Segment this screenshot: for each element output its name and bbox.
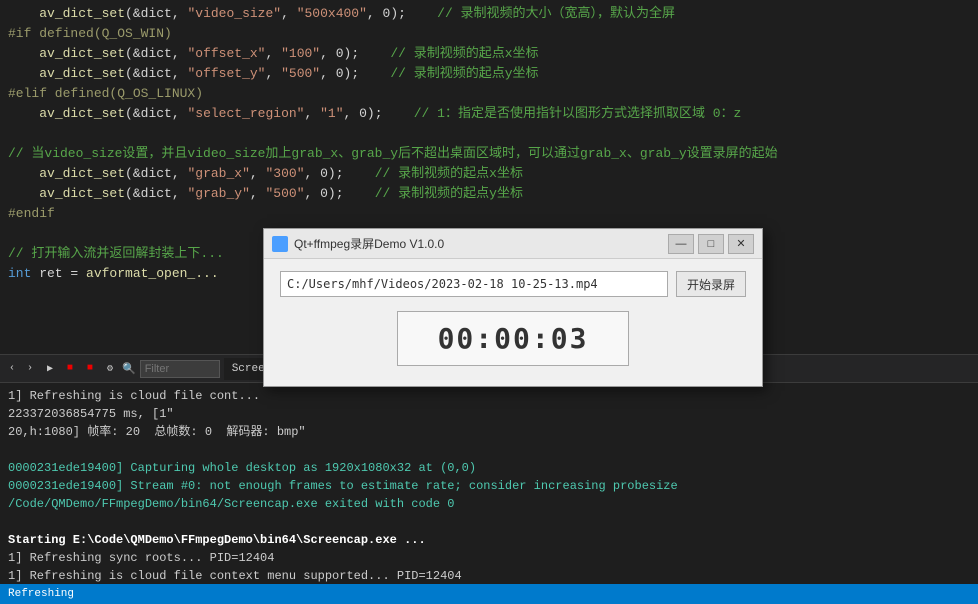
dialog-app-icon: [272, 236, 288, 252]
dialog-title-left: Qt+ffmpeg录屏Demo V1.0.0: [272, 235, 444, 252]
maximize-button[interactable]: □: [698, 234, 724, 254]
output-line: [8, 441, 970, 459]
code-line: // 当video_size设置，并且video_size加上grab_x、gr…: [0, 144, 978, 164]
stop-red-icon[interactable]: ■: [82, 361, 98, 377]
output-content: 1] Refreshing is cloud file cont... 2233…: [0, 383, 978, 584]
minimize-button[interactable]: —: [668, 234, 694, 254]
code-line: #endif: [0, 204, 978, 224]
timer-display: 00:00:03: [397, 311, 630, 366]
code-line: av_dict_set(&dict, "grab_x", "300", 0); …: [0, 164, 978, 184]
output-line: 1] Refreshing sync roots... PID=12404: [8, 549, 970, 567]
gear-icon[interactable]: ⚙: [102, 361, 118, 377]
output-line: Starting E:\Code\QMDemo\FFmpegDemo\bin64…: [8, 531, 970, 549]
chevron-left-icon[interactable]: ‹: [4, 361, 20, 377]
output-line: [8, 513, 970, 531]
output-line: 0000231ede19400] Stream #0: not enough f…: [8, 477, 970, 495]
dialog-title-buttons: — □ ✕: [668, 234, 754, 254]
output-line: 223372036854775 ms, [1": [8, 405, 970, 423]
output-line: 1] Refreshing is cloud file cont...: [8, 387, 970, 405]
code-line: av_dict_set(&dict, "select_region", "1",…: [0, 104, 978, 124]
code-line: av_dict_set(&dict, "video_size", "500x40…: [0, 4, 978, 24]
dialog-body: 开始录屏 00:00:03: [264, 259, 762, 386]
file-path-input[interactable]: [280, 271, 668, 297]
record-button[interactable]: 开始录屏: [676, 271, 746, 297]
filter-label: 🔍: [122, 362, 136, 376]
output-line: 1] Refreshing is cloud file context menu…: [8, 567, 970, 584]
close-button[interactable]: ✕: [728, 234, 754, 254]
dialog-title: Qt+ffmpeg录屏Demo V1.0.0: [294, 235, 444, 252]
file-row: 开始录屏: [280, 271, 746, 297]
chevron-right-icon[interactable]: ›: [22, 361, 38, 377]
bottom-panel: ‹ › ▶ ■ ■ ⚙ 🔍 Screencap ✕ 1] Refreshing …: [0, 354, 978, 584]
dialog-titlebar: Qt+ffmpeg录屏Demo V1.0.0 — □ ✕: [264, 229, 762, 259]
stop-icon[interactable]: ■: [62, 361, 78, 377]
code-line: #elif defined(Q_OS_LINUX): [0, 84, 978, 104]
code-line: #if defined(Q_OS_WIN): [0, 24, 978, 44]
play-icon[interactable]: ▶: [42, 361, 58, 377]
code-line: av_dict_set(&dict, "offset_y", "500", 0)…: [0, 64, 978, 84]
status-bar: Refreshing: [0, 584, 978, 604]
output-line: 20,h:1080] 帧率: 20 总帧数: 0 解码器: bmp": [8, 423, 970, 441]
output-line: 0000231ede19400] Capturing whole desktop…: [8, 459, 970, 477]
dialog-window: Qt+ffmpeg录屏Demo V1.0.0 — □ ✕ 开始录屏 00:00:…: [263, 228, 763, 387]
output-line: /Code/QMDemo/FFmpegDemo/bin64/Screencap.…: [8, 495, 970, 513]
filter-input[interactable]: [140, 360, 220, 378]
code-line: av_dict_set(&dict, "grab_y", "500", 0); …: [0, 184, 978, 204]
status-text: Refreshing: [8, 588, 74, 600]
code-line: [0, 124, 978, 144]
tab-nav-icons: ‹ ›: [4, 361, 38, 377]
code-line: av_dict_set(&dict, "offset_x", "100", 0)…: [0, 44, 978, 64]
